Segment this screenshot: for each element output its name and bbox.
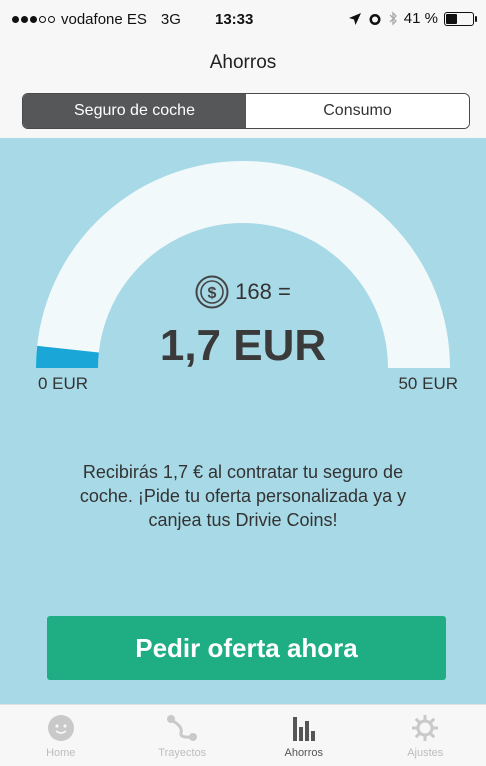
tab-home-label: Home	[46, 747, 76, 759]
savings-panel: $ 168 = 1,7 EUR 0 EUR 50 EUR Recibirás 1…	[0, 138, 486, 704]
savings-message: Recibirás 1,7 € al contratar tu seguro d…	[79, 462, 407, 530]
route-icon	[165, 713, 199, 743]
tab-home[interactable]: Home	[0, 705, 122, 766]
gear-icon	[408, 713, 442, 743]
savings-amount: 1,7 EUR	[159, 321, 327, 370]
battery-percent: 41 %	[403, 10, 438, 27]
battery-fill	[446, 13, 457, 24]
gauge-max-label: 50 EUR	[398, 374, 458, 393]
coin-icon: $	[195, 275, 229, 309]
tab-seguro-de-coche[interactable]: Seguro de coche	[23, 94, 246, 128]
battery-icon	[444, 11, 477, 26]
tab-bar: Home Trayectos Ahorros Ajustes	[0, 704, 486, 766]
tab-consumo[interactable]: Consumo	[246, 94, 469, 128]
nav-bar: Ahorros	[0, 38, 486, 86]
segmented-control: Seguro de coche Consumo	[22, 93, 470, 129]
tab-ahorros[interactable]: Ahorros	[243, 705, 365, 766]
signal-strength-icon	[12, 16, 55, 23]
status-left: vodafone ES 3G	[12, 11, 181, 28]
face-icon	[44, 713, 78, 743]
request-offer-button[interactable]: Pedir oferta ahora	[47, 616, 446, 680]
tab-ajustes[interactable]: Ajustes	[365, 705, 486, 766]
coins-line: $ 168 =	[0, 275, 486, 309]
bluetooth-icon	[389, 11, 397, 26]
segment-container: Seguro de coche Consumo	[0, 86, 486, 138]
tab-trayectos-label: Trayectos	[158, 747, 207, 759]
carrier-label: vodafone ES	[61, 11, 147, 28]
svg-text:$: $	[208, 285, 217, 302]
tab-ajustes-label: Ajustes	[407, 747, 444, 759]
status-bar: vodafone ES 3G 13:33 41 %	[0, 0, 486, 38]
page-title: Ahorros	[209, 52, 277, 73]
gauge-min-label: 0 EUR	[38, 374, 89, 393]
location-arrow-icon	[348, 12, 361, 25]
alarm-icon	[369, 13, 381, 25]
tab-trayectos[interactable]: Trayectos	[122, 705, 244, 766]
status-right: 41 %	[348, 10, 477, 27]
network-label: 3G	[160, 11, 181, 28]
coin-count: 168 =	[235, 279, 291, 304]
bar-chart-icon	[287, 713, 321, 743]
tab-ahorros-label: Ahorros	[284, 747, 324, 759]
status-time: 13:33	[215, 11, 254, 28]
